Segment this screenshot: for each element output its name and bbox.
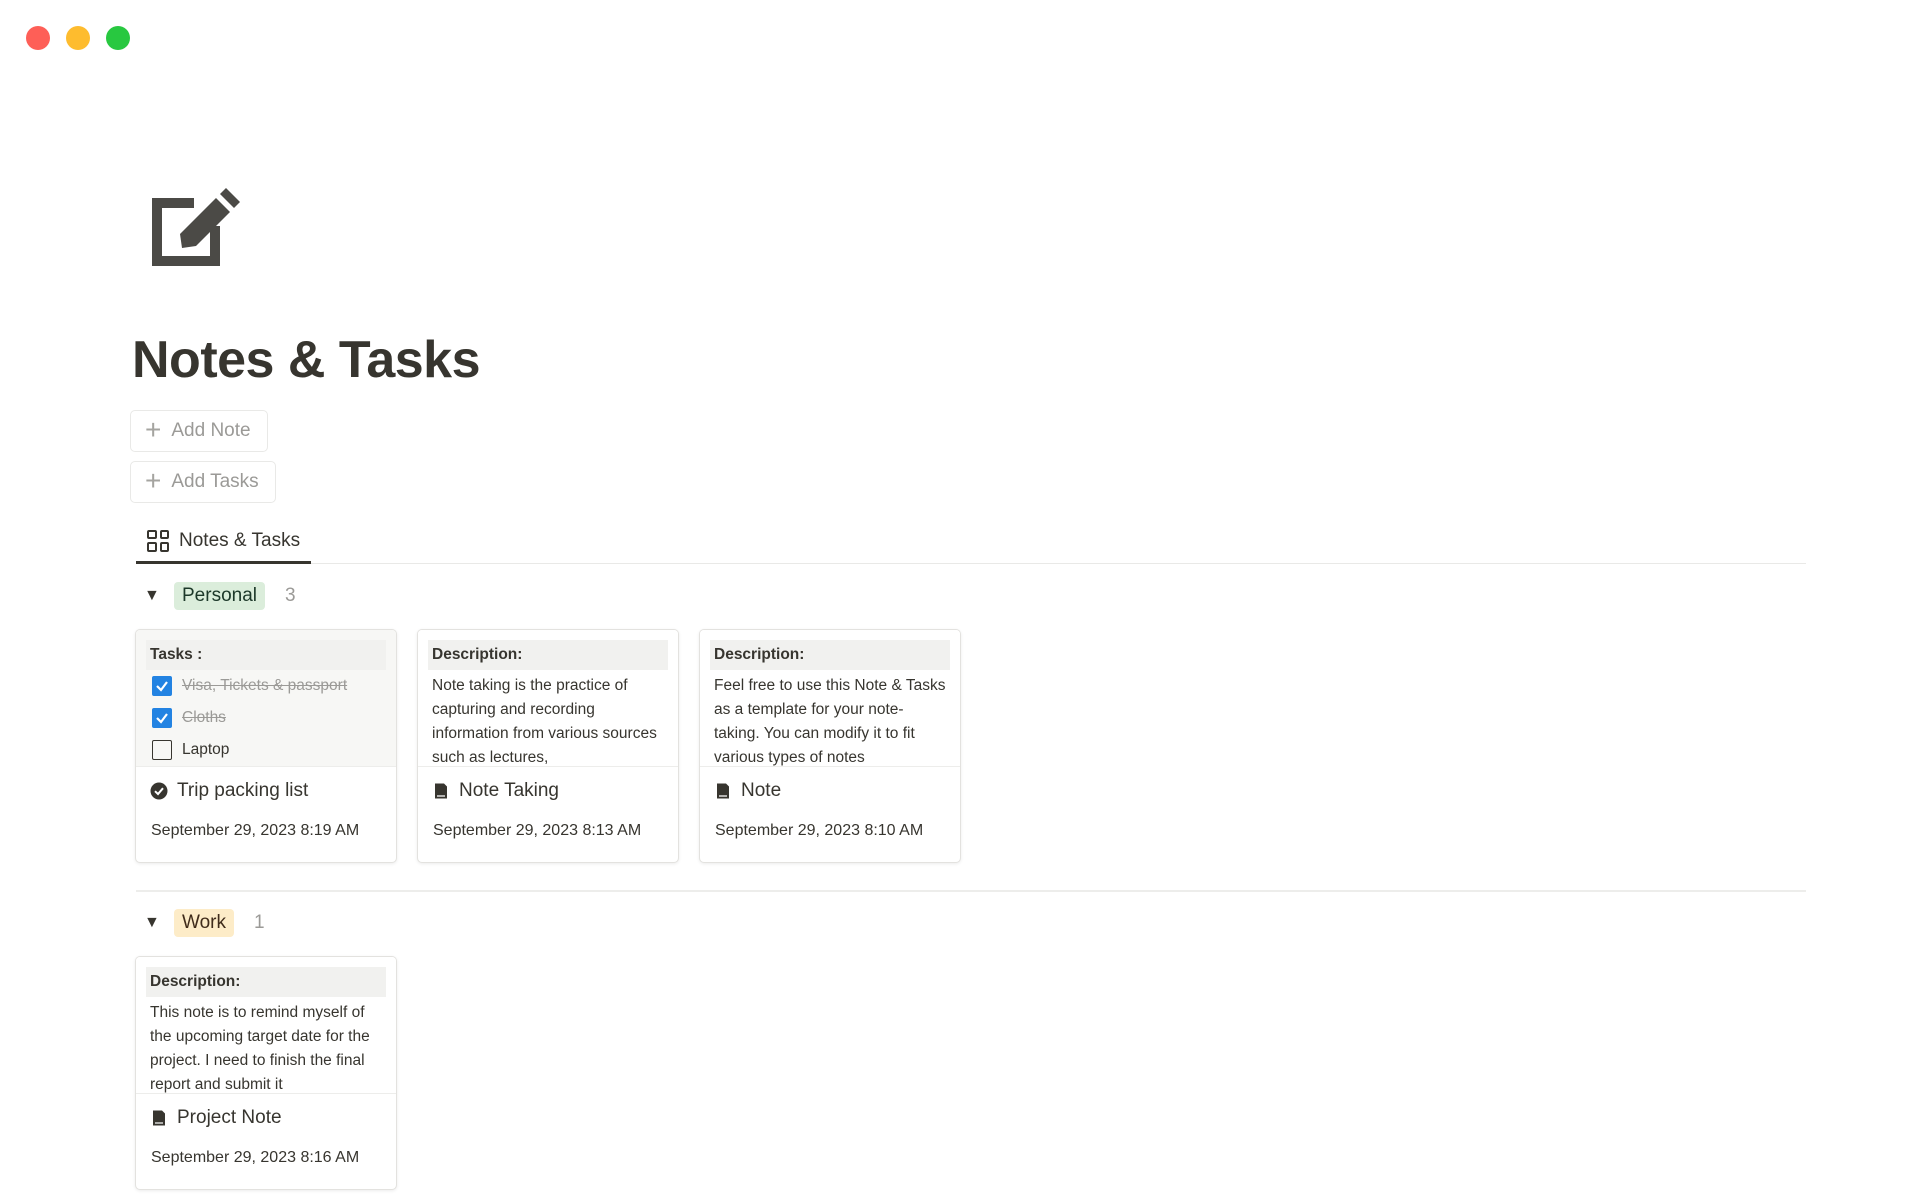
caret-down-icon[interactable]: ▼ (144, 914, 160, 932)
todo-text: Visa, Tickets & passport (182, 677, 348, 694)
group-divider (136, 890, 1806, 892)
preview-text: Feel free to use this Note & Tasks as a … (714, 677, 946, 766)
preview-text: Note taking is the practice of capturing… (432, 677, 657, 766)
maximize-window-button[interactable] (106, 26, 130, 50)
card-title[interactable]: Note Taking (432, 780, 559, 802)
checkbox-checked[interactable] (152, 708, 172, 728)
preview-label: Description: (428, 640, 668, 670)
close-window-button[interactable] (26, 26, 50, 50)
document-icon (435, 783, 447, 799)
card-date: September 29, 2023 8:10 AM (715, 822, 924, 839)
card-title[interactable]: Note (714, 780, 781, 802)
card-preview: Description: This note is to remind myse… (136, 957, 396, 1094)
add-tasks-button[interactable]: + Add Tasks (130, 461, 276, 503)
group-count: 3 (285, 585, 296, 606)
checkbox-unchecked[interactable] (152, 740, 172, 760)
group-header-personal: ▼ Personal 3 (144, 582, 296, 610)
preview-label: Description: (710, 640, 950, 670)
preview-label: Description: (146, 967, 386, 997)
caret-down-icon[interactable]: ▼ (144, 587, 160, 605)
group-tag: Personal (174, 582, 265, 610)
card-preview: Description: Note taking is the practice… (418, 630, 678, 767)
card-title-text: Note (741, 780, 782, 801)
add-tasks-label: Add Tasks (171, 471, 259, 492)
plus-icon: + (145, 414, 162, 445)
card-title[interactable]: Trip packing list (150, 780, 308, 802)
todo-text: Cloths (182, 709, 226, 726)
window-controls (26, 26, 130, 50)
card-date: September 29, 2023 8:13 AM (433, 822, 642, 839)
minimize-window-button[interactable] (66, 26, 90, 50)
add-note-label: Add Note (171, 420, 251, 441)
todo-item: Cloths (146, 702, 386, 734)
group-header-work: ▼ Work 1 (144, 909, 265, 937)
page-title: Notes & Tasks (132, 331, 481, 389)
check-circle-icon (150, 782, 168, 800)
gallery-card[interactable]: Tasks : Visa, Tickets & passport Cloths … (135, 629, 397, 863)
preview-text: This note is to remind myself of the upc… (150, 1004, 370, 1093)
preview-label: Tasks : (146, 640, 386, 670)
gallery-view-icon (147, 529, 169, 552)
group-tag: Work (174, 909, 234, 937)
todo-text: Laptop (182, 741, 230, 758)
gallery-card[interactable]: Description: This note is to remind myse… (135, 956, 397, 1190)
card-preview: Description: Feel free to use this Note … (700, 630, 960, 767)
tab-notes-and-tasks[interactable]: Notes & Tasks (136, 520, 312, 564)
plus-icon: + (145, 465, 162, 496)
gallery-card[interactable]: Description: Feel free to use this Note … (699, 629, 961, 863)
checkbox-checked[interactable] (152, 676, 172, 696)
card-title[interactable]: Project Note (150, 1107, 282, 1129)
edit-note-icon[interactable] (142, 176, 242, 276)
document-icon (717, 783, 729, 799)
view-tabbar: Notes & Tasks (136, 520, 1806, 564)
card-date: September 29, 2023 8:16 AM (151, 1149, 360, 1166)
card-preview: Tasks : Visa, Tickets & passport Cloths … (136, 630, 396, 767)
card-title-text: Trip packing list (177, 780, 309, 801)
add-note-button[interactable]: + Add Note (130, 410, 268, 452)
gallery-card[interactable]: Description: Note taking is the practice… (417, 629, 679, 863)
group-count: 1 (253, 912, 265, 933)
card-title-text: Project Note (177, 1107, 282, 1128)
tab-label: Notes & Tasks (179, 529, 301, 551)
todo-item: Laptop (146, 734, 386, 766)
todo-item: Visa, Tickets & passport (146, 670, 386, 702)
card-date: September 29, 2023 8:19 AM (151, 822, 360, 839)
card-title-text: Note Taking (459, 780, 559, 801)
document-icon (153, 1110, 165, 1126)
